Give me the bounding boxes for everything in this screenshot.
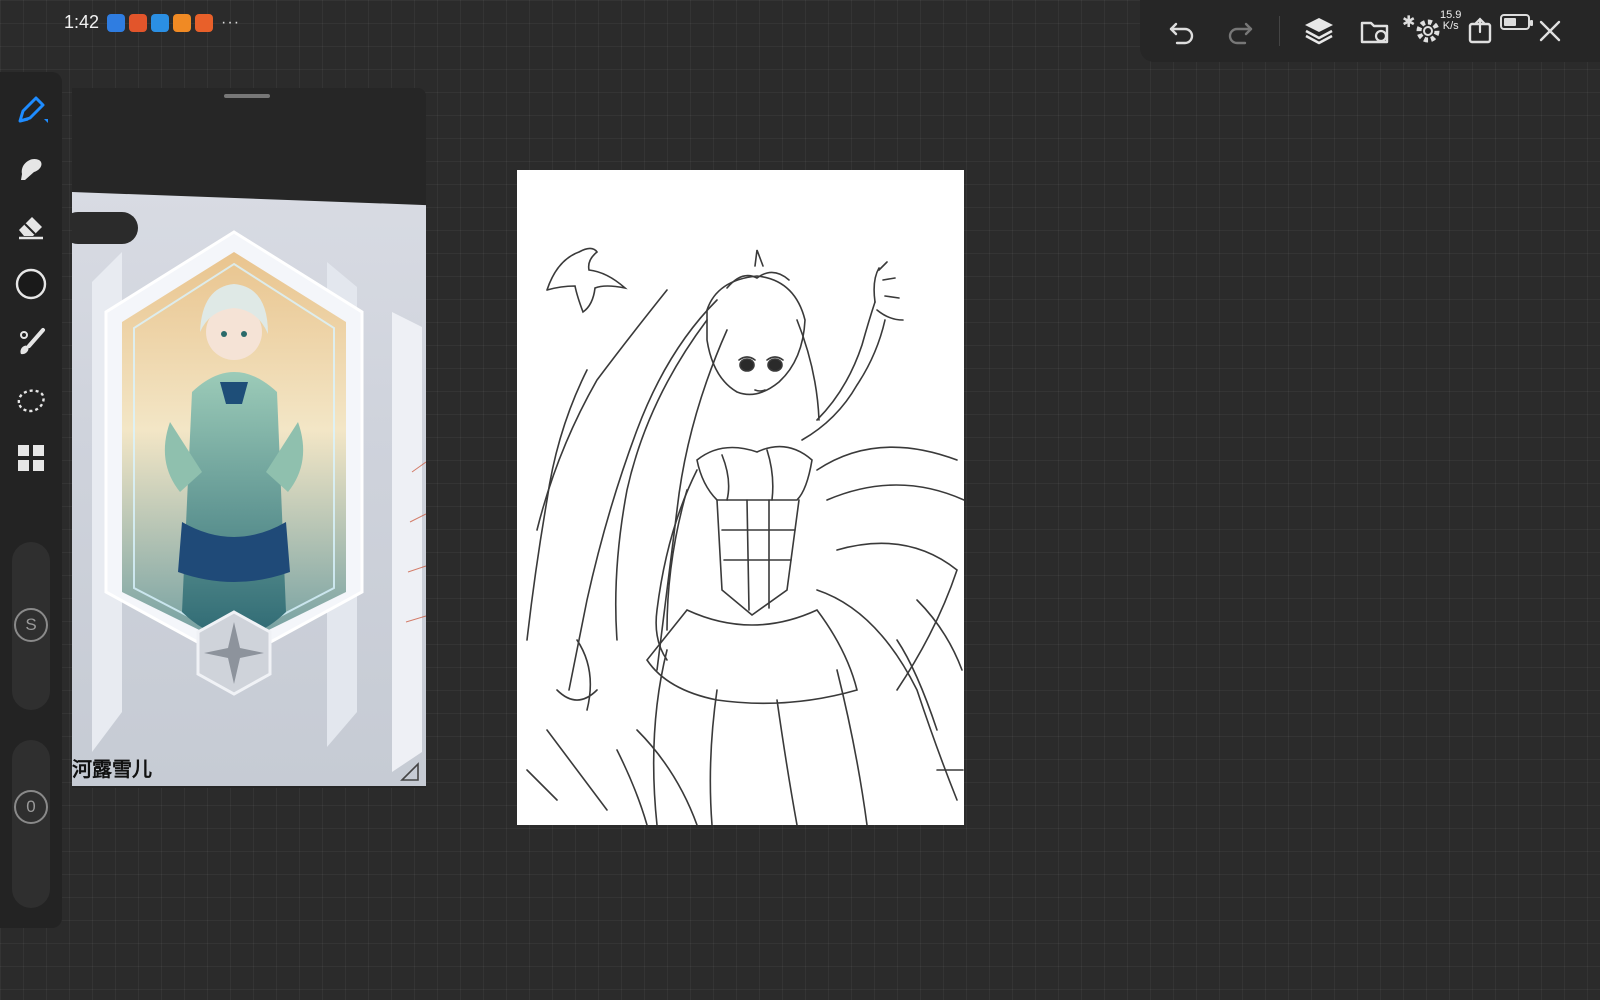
brush-size-slider[interactable]: S bbox=[12, 542, 50, 710]
smudge-icon[interactable] bbox=[11, 148, 51, 188]
tools-app-icon bbox=[195, 13, 214, 32]
close-icon[interactable] bbox=[1530, 11, 1570, 51]
opacity-slider[interactable]: 0 bbox=[12, 740, 50, 908]
status-bar: 1:42 ··· bbox=[64, 12, 240, 33]
files-app-icon bbox=[151, 13, 170, 32]
more-notifications: ··· bbox=[221, 13, 241, 31]
grid-icon[interactable] bbox=[11, 438, 51, 478]
opacity-knob[interactable]: 0 bbox=[14, 790, 48, 824]
video-app-icon bbox=[173, 13, 192, 32]
reference-label-pill bbox=[72, 212, 138, 244]
pen-icon[interactable] bbox=[11, 90, 51, 130]
battery-level bbox=[1504, 18, 1516, 26]
reference-artwork bbox=[92, 230, 426, 772]
undo-icon[interactable] bbox=[1162, 11, 1202, 51]
battery-icon bbox=[1500, 14, 1533, 30]
brush-icon[interactable] bbox=[11, 322, 51, 362]
redo-icon[interactable] bbox=[1220, 11, 1260, 51]
clock: 1:42 bbox=[64, 12, 100, 32]
export-icon[interactable] bbox=[1460, 11, 1500, 51]
bluetooth-icon: ✱ bbox=[1402, 14, 1416, 31]
reference-drag-handle[interactable] bbox=[224, 94, 270, 98]
sketch-artwork bbox=[526, 247, 964, 825]
resize-handle-icon[interactable] bbox=[400, 762, 420, 782]
brush-size-knob[interactable]: S bbox=[14, 608, 48, 642]
import-folder-icon[interactable] bbox=[1355, 11, 1395, 51]
reference-caption: 河露雪儿 bbox=[72, 757, 152, 781]
cloud-app-icon bbox=[107, 13, 126, 32]
game-app-icon bbox=[129, 13, 148, 32]
network-speed: 15.9 K/s bbox=[1440, 10, 1461, 32]
network-speed-unit: K/s bbox=[1442, 20, 1459, 32]
toolbar-divider bbox=[1279, 16, 1280, 46]
color-swatch-icon[interactable] bbox=[11, 264, 51, 304]
top-toolbar bbox=[1140, 0, 1600, 62]
tool-rail: S 0 bbox=[0, 72, 62, 928]
layers-icon[interactable] bbox=[1299, 11, 1339, 51]
reference-image[interactable]: 河露雪儿 bbox=[72, 192, 426, 786]
drawing-canvas[interactable] bbox=[517, 170, 964, 825]
lasso-icon[interactable] bbox=[11, 380, 51, 420]
eraser-icon[interactable] bbox=[11, 206, 51, 246]
reference-panel[interactable]: 河露雪儿 bbox=[72, 88, 426, 788]
